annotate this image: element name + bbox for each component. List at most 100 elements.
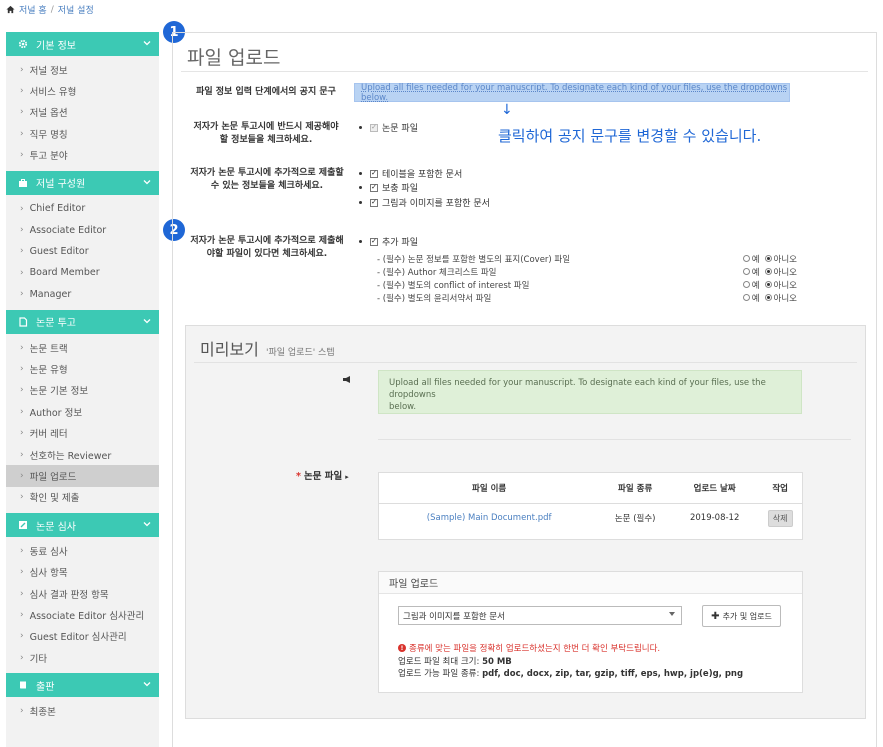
sidebar-item-final-version[interactable]: › 최종본 xyxy=(6,700,159,721)
required-info-label: 저자가 논문 투고시에 반드시 제공해야 할 정보들을 체크하세요. xyxy=(185,121,347,147)
chevron-right-icon: › xyxy=(20,150,24,161)
file-name-link[interactable]: (Sample) Main Document.pdf xyxy=(379,503,599,533)
radio-circle[interactable] xyxy=(764,293,772,301)
radio-yes[interactable]: 예 xyxy=(742,279,760,291)
checkbox[interactable]: ✓ xyxy=(370,183,378,192)
sidebar-item-label: Board Member xyxy=(29,267,100,279)
paper-file-field-label: * 논문 파일 ▸ xyxy=(296,468,349,482)
sidebar-section-members[interactable]: 저널 구성원 xyxy=(6,170,159,195)
column-header: 파일 이름 xyxy=(379,473,600,504)
divider xyxy=(378,439,851,440)
checkbox[interactable]: ✓ xyxy=(370,169,378,178)
sidebar-item-review-decision-items[interactable]: › 심사 결과 판정 항목 xyxy=(6,583,159,604)
checkbox[interactable]: ✓ xyxy=(370,237,378,246)
sidebar-item-label: 파일 업로드 xyxy=(29,471,77,483)
radio-yes[interactable]: 예 xyxy=(742,253,760,265)
breadcrumb-home-link[interactable]: 저널 홈 xyxy=(19,3,47,16)
extra-item-additional-file[interactable]: ✓ 추가 파일 xyxy=(359,235,418,248)
sidebar-item-board-member[interactable]: › Board Member xyxy=(6,262,159,283)
sidebar-item-etc[interactable]: › 기타 xyxy=(6,647,159,668)
radio-circle[interactable] xyxy=(742,293,750,301)
radio-circle[interactable] xyxy=(742,254,750,262)
action-cell: 삭제 xyxy=(758,503,802,533)
radio-circle[interactable] xyxy=(764,280,772,288)
radio-no[interactable]: 아니오 xyxy=(764,253,797,265)
info-value: 50 MB xyxy=(482,657,512,667)
sidebar-item-paper-basic-info[interactable]: › 논문 기본 정보 xyxy=(6,380,159,401)
sidebar-item-label: 저널 정보 xyxy=(29,65,68,77)
preview-title-text: 미리보기 xyxy=(200,340,259,359)
sidebar-item-chief-editor[interactable]: › Chief Editor xyxy=(6,198,159,219)
radio-no[interactable]: 아니오 xyxy=(764,292,797,304)
radio-circle[interactable] xyxy=(764,267,772,275)
sidebar-section-title: 저널 구성원 xyxy=(36,179,86,191)
sidebar-item-peer-review[interactable]: › 동료 심사 xyxy=(6,540,159,561)
sidebar-section-review[interactable]: 논문 심사 xyxy=(6,513,159,538)
radio-yes[interactable]: 예 xyxy=(742,292,760,304)
optional-item-figure-doc[interactable]: ✓ 그림과 이미지를 포함한 문서 xyxy=(359,196,490,209)
sidebar-item-label: 동료 심사 xyxy=(29,546,68,558)
sidebar-item-journal-options[interactable]: › 저널 옵션 xyxy=(6,102,159,123)
optional-item-table-doc[interactable]: ✓ 테이블을 포함한 문서 xyxy=(359,167,462,180)
radio-no[interactable]: 아니오 xyxy=(764,279,797,291)
sidebar-item-file-upload[interactable]: › 파일 업로드 xyxy=(6,465,159,487)
notice-label-text: 파일 정보 입력 단계에서의 공지 문구 xyxy=(196,87,336,97)
sidebar-item-confirm-submit[interactable]: › 확인 및 제출 xyxy=(6,487,159,508)
radio-yes[interactable]: 예 xyxy=(742,266,760,278)
sidebar-item-service-type[interactable]: › 서비스 유형 xyxy=(6,80,159,101)
radio-circle[interactable] xyxy=(764,254,772,262)
sidebar-item-guest-editor[interactable]: › Guest Editor xyxy=(6,241,159,262)
radio-circle[interactable] xyxy=(742,267,750,275)
table-row: (Sample) Main Document.pdf 논문 (필수) 2019-… xyxy=(379,503,802,533)
sidebar-item-associate-editor-review[interactable]: › Associate Editor 심사관리 xyxy=(6,604,159,625)
radio-label: 아니오 xyxy=(773,293,797,304)
select-value: 그림과 이미지를 포함한 문서 xyxy=(403,611,505,622)
sidebar-section-basic-info[interactable]: 기본 정보 xyxy=(6,32,159,56)
sidebar-item-label: Guest Editor 심사관리 xyxy=(29,632,127,644)
bullet xyxy=(359,240,362,243)
divider xyxy=(194,362,857,363)
extra-files-label: 저자가 논문 투고시에 추가적으로 제출해 야할 파일이 있다면 체크하세요. xyxy=(183,235,351,261)
notice-label: 파일 정보 입력 단계에서의 공지 문구 xyxy=(191,86,341,99)
sidebar-item-paper-type[interactable]: › 논문 유형 xyxy=(6,358,159,379)
add-upload-button[interactable]: ✚ 추가 및 업로드 xyxy=(702,605,781,627)
sidebar-item-job-titles[interactable]: › 직무 명칭 xyxy=(6,123,159,144)
preview-title: 미리보기 '파일 업로드' 스텝 xyxy=(200,336,335,360)
optional-item-supplementary[interactable]: ✓ 보충 파일 xyxy=(359,181,418,194)
chevron-down-icon xyxy=(143,179,151,185)
sidebar-section-submission[interactable]: 논문 투고 xyxy=(6,309,159,334)
bullet xyxy=(359,186,362,189)
checkbox[interactable]: ✓ xyxy=(370,198,378,207)
checkbox-label: 보충 파일 xyxy=(382,184,418,194)
file-type-select[interactable]: 그림과 이미지를 포함한 문서 xyxy=(398,606,682,625)
radio-no[interactable]: 아니오 xyxy=(764,266,797,278)
sidebar-item-associate-editor[interactable]: › Associate Editor xyxy=(6,219,159,240)
sidebar-item-cover-letter[interactable]: › 커버 레터 xyxy=(6,422,159,443)
sidebar-item-author-info[interactable]: › Author 정보 xyxy=(6,401,159,422)
field-label-text: 논문 파일 xyxy=(303,471,343,482)
sidebar-item-preferred-reviewer[interactable]: › 선호하는 Reviewer xyxy=(6,444,159,465)
chevron-right-icon: › xyxy=(20,492,24,503)
page-title: 파일 업로드 xyxy=(187,47,281,69)
plus-icon: ✚ xyxy=(711,610,720,622)
sidebar-item-journal-info[interactable]: › 저널 정보 xyxy=(6,59,159,80)
sidebar-item-submission-fields[interactable]: › 투고 분야 xyxy=(6,145,159,166)
file-table: 파일 이름 파일 종류 업로드 날짜 작업 (Sample) Main Docu… xyxy=(379,473,802,533)
sidebar-item-review-items[interactable]: › 심사 항목 xyxy=(6,561,159,582)
file-type-cell: 논문 (필수) xyxy=(614,514,656,525)
sidebar-item-paper-track[interactable]: › 논문 트랙 xyxy=(6,337,159,358)
sidebar-item-manager[interactable]: › Manager xyxy=(6,284,159,305)
notice-editable-field[interactable]: Upload all files needed for your manuscr… xyxy=(354,83,790,103)
column-header: 작업 xyxy=(758,473,802,504)
upload-warning: ! 종류에 맞는 파일을 정확히 업로드하셨는지 한번 더 확인 부탁드립니다. xyxy=(398,642,660,654)
sidebar-item-label: Author 정보 xyxy=(29,407,83,419)
sidebar-section-publishing[interactable]: 출판 xyxy=(6,673,159,698)
sidebar-section-title: 논문 심사 xyxy=(36,521,76,533)
chevron-right-icon: › xyxy=(20,342,24,353)
radio-circle[interactable] xyxy=(742,280,750,288)
chevron-right-icon: › xyxy=(20,86,24,97)
delete-button[interactable]: 삭제 xyxy=(767,509,793,527)
sidebar-item-guest-editor-review[interactable]: › Guest Editor 심사관리 xyxy=(6,626,159,647)
briefcase-icon xyxy=(16,178,30,188)
breadcrumb-current[interactable]: 저널 설정 xyxy=(58,3,94,16)
